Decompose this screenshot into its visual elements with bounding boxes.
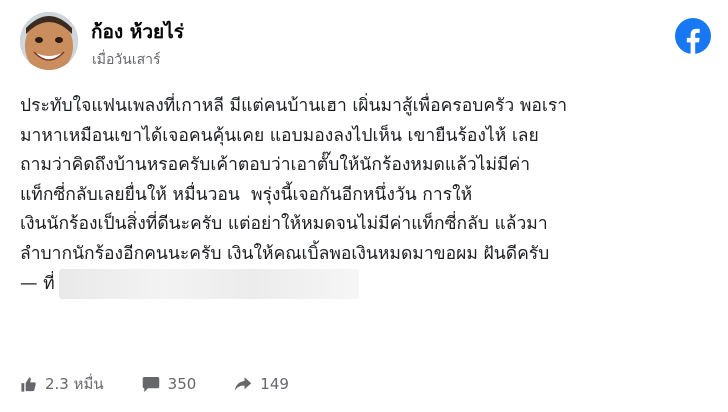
post-text-line: ลำบากนักร้องอีกคนนะครับ￼ เงินให้คณเบิ้ลพ… (20, 243, 550, 264)
like-icon (21, 376, 36, 392)
facebook-logo-icon (675, 18, 711, 54)
post-text-line: ถามว่าคิดถึงบ้านหรอครับเค้าตอบว่าเอาตั๊บ… (20, 155, 531, 175)
comments-label: 350 (167, 375, 197, 393)
post-text-line: แท็กซี่กลับเลยยื่นให้ ￼หมื่นวอน ￼ พรุ่งน… (20, 184, 473, 205)
shares-label: 149 (260, 375, 289, 393)
comment-icon (142, 376, 159, 392)
comments-count[interactable]: 350 (142, 375, 197, 393)
shares-count[interactable]: 149 (234, 375, 289, 393)
location-line: — ที่ (20, 269, 720, 299)
post-text: ประทับใจแฟนเพลงที่เกาหลี มีแต่คนบ้านเฮา … (20, 92, 720, 299)
location-prefix: — ที่ (20, 274, 55, 294)
post-text-line: มาหาเหมือนเขาได้เจอคนคุ้นเคย แอบมองลงไปเ… (20, 125, 539, 146)
post-text-line: ประทับใจแฟนเพลงที่เกาหลี มีแต่คนบ้านเฮา … (20, 96, 568, 116)
avatar-photo (20, 12, 78, 70)
blurred-location (58, 269, 359, 299)
author-name[interactable]: ก้อง ห้วยไร่ (91, 17, 184, 47)
reactions-label: 2.3 หมื่น (45, 375, 104, 393)
post-timestamp[interactable]: เมื่อวันเสาร์ (92, 49, 161, 71)
facebook-post: ก้อง ห้วยไร่ เมื่อวันเสาร์ ประทับใจแฟนเพ… (0, 0, 728, 412)
avatar[interactable] (20, 12, 78, 70)
engagement-bar: 2.3 หมื่น 350 149 (20, 370, 327, 398)
post-text-line: เงินนักร้องเป็นสิ่งที่ดีนะครับ แต่อย่าให… (20, 214, 548, 234)
share-icon (235, 377, 252, 391)
reactions-count[interactable]: 2.3 หมื่น (20, 372, 104, 396)
